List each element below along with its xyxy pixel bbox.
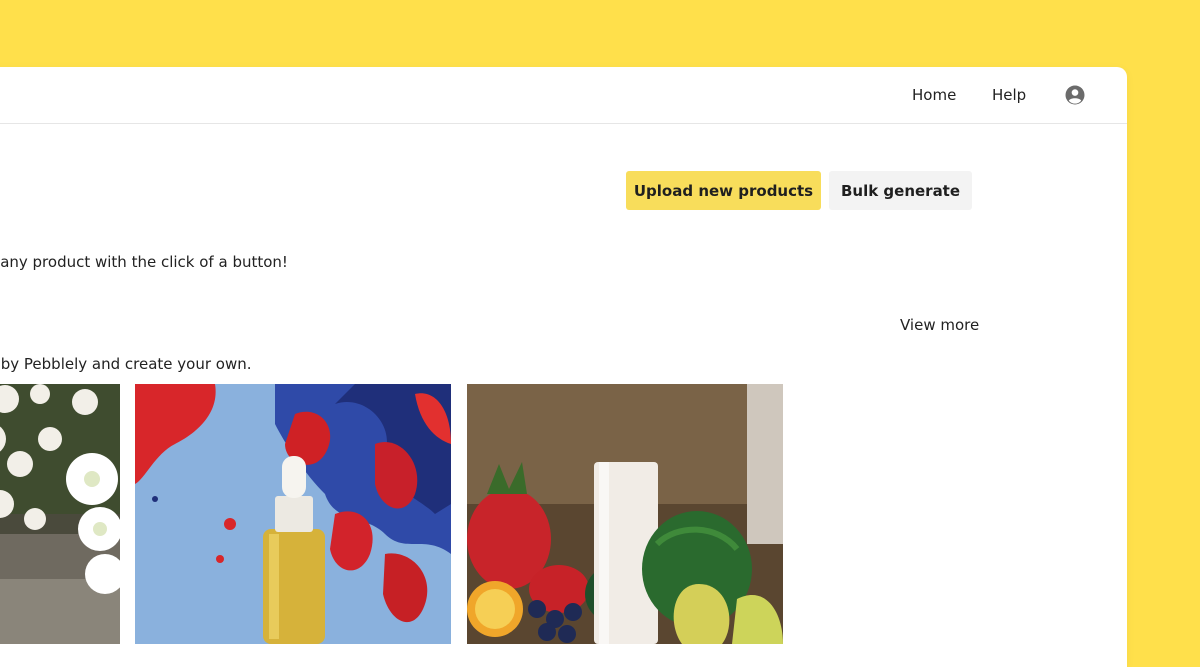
app-window: Home Help Upload new products Bulk gener…	[0, 67, 1127, 667]
gallery-image-lotion-tube[interactable]	[467, 384, 783, 644]
nav-help-link[interactable]: Help	[992, 86, 1026, 104]
user-circle-icon[interactable]	[1065, 85, 1085, 105]
nav-home-link[interactable]: Home	[912, 86, 956, 104]
gallery-image-serum-bottle[interactable]	[135, 384, 451, 644]
intro-subtitle-text: shots of any product with the click of a…	[0, 253, 288, 271]
bulk-generate-button[interactable]: Bulk generate	[829, 171, 972, 210]
gallery-caption-text: rated by Pebblely and create your own.	[0, 355, 252, 373]
intro-subtitle: shots of any product with the click of a…	[0, 253, 332, 271]
gallery-caption: rated by Pebblely and create your own.	[0, 355, 276, 373]
view-more-link[interactable]: View more	[900, 316, 979, 334]
top-nav-bar: Home Help	[0, 67, 1127, 124]
upload-new-products-button[interactable]: Upload new products	[626, 171, 821, 210]
gallery-image-flowers[interactable]	[0, 384, 120, 644]
